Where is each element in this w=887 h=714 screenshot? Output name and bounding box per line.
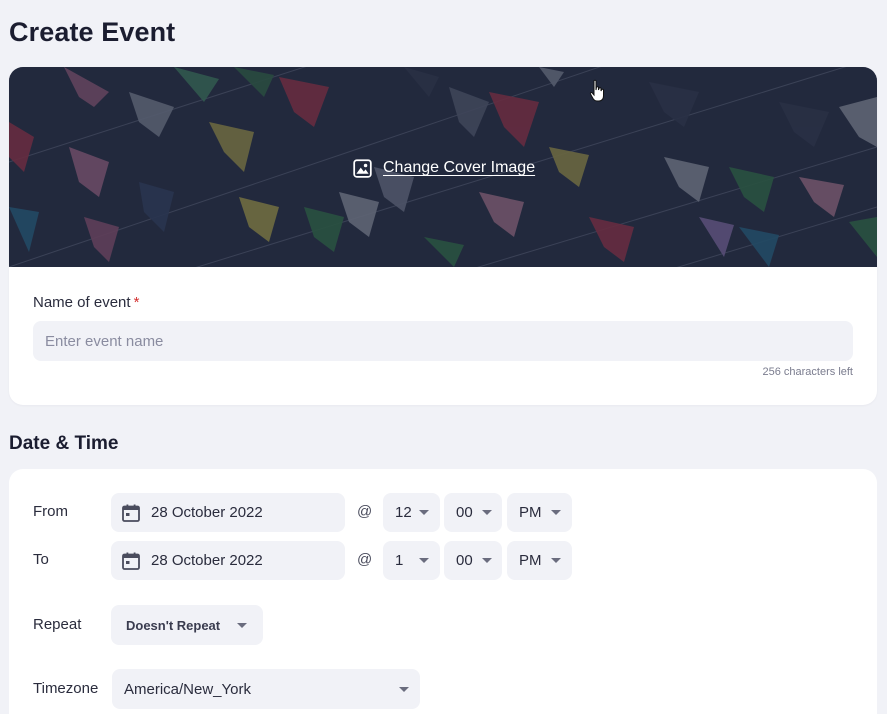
from-date-picker[interactable]: 28 October 2022 bbox=[111, 493, 345, 532]
from-date-value: 28 October 2022 bbox=[151, 504, 263, 521]
caret-down-icon bbox=[237, 623, 247, 628]
change-cover-label: Change Cover Image bbox=[383, 159, 536, 176]
caret-down-icon bbox=[419, 510, 429, 515]
event-name-input[interactable] bbox=[33, 321, 853, 361]
to-date-picker[interactable]: 28 October 2022 bbox=[111, 541, 345, 580]
to-ampm-select[interactable]: PM bbox=[507, 541, 572, 580]
to-minute-select[interactable]: 00 bbox=[444, 541, 502, 580]
repeat-label: Repeat bbox=[33, 616, 82, 633]
to-label: To bbox=[33, 551, 49, 568]
to-hour-value: 1 bbox=[395, 552, 404, 569]
date-time-section-title: Date & Time bbox=[9, 433, 119, 454]
timezone-select[interactable]: America/New_York bbox=[112, 669, 420, 709]
repeat-dropdown[interactable]: Doesn't Repeat bbox=[111, 605, 263, 645]
to-date-value: 28 October 2022 bbox=[151, 552, 263, 569]
caret-down-icon bbox=[551, 510, 561, 515]
to-ampm-value: PM bbox=[519, 552, 542, 569]
to-hour-select[interactable]: 1 bbox=[383, 541, 440, 580]
caret-down-icon bbox=[419, 558, 429, 563]
from-hour-select[interactable]: 12 bbox=[383, 493, 440, 532]
from-ampm-select[interactable]: PM bbox=[507, 493, 572, 532]
calendar-icon bbox=[122, 504, 140, 522]
from-ampm-value: PM bbox=[519, 504, 542, 521]
repeat-value: Doesn't Repeat bbox=[126, 617, 221, 633]
characters-left-counter: 256 characters left bbox=[762, 366, 854, 378]
timezone-label: Timezone bbox=[33, 680, 99, 697]
image-icon bbox=[353, 158, 372, 178]
at-symbol: @ bbox=[357, 551, 373, 568]
to-minute-value: 00 bbox=[456, 552, 473, 569]
caret-down-icon bbox=[551, 558, 561, 563]
page-title: Create Event bbox=[9, 17, 176, 47]
cover-image[interactable]: Change Cover Image bbox=[9, 67, 877, 267]
at-symbol: @ bbox=[357, 503, 373, 520]
hand-pointer-icon bbox=[589, 79, 604, 102]
required-marker: * bbox=[133, 294, 140, 311]
event-name-label: Name of event * bbox=[33, 294, 139, 311]
event-name-label-text: Name of event bbox=[33, 294, 131, 311]
caret-down-icon bbox=[482, 558, 492, 563]
event-details-card: Change Cover Image Name of event* 256 ch… bbox=[9, 67, 877, 405]
from-minute-value: 00 bbox=[456, 504, 473, 521]
caret-down-icon bbox=[482, 510, 492, 515]
from-minute-select[interactable]: 00 bbox=[444, 493, 502, 532]
date-time-card: From 28 October 2022 @ 12 00 PM To 28 Oc bbox=[9, 469, 877, 714]
timezone-value: America/New_York bbox=[124, 680, 251, 698]
change-cover-image-button[interactable]: Change Cover Image bbox=[352, 156, 535, 180]
from-hour-value: 12 bbox=[395, 504, 412, 521]
from-label: From bbox=[33, 503, 68, 520]
calendar-icon bbox=[122, 552, 140, 570]
caret-down-icon bbox=[399, 687, 409, 692]
